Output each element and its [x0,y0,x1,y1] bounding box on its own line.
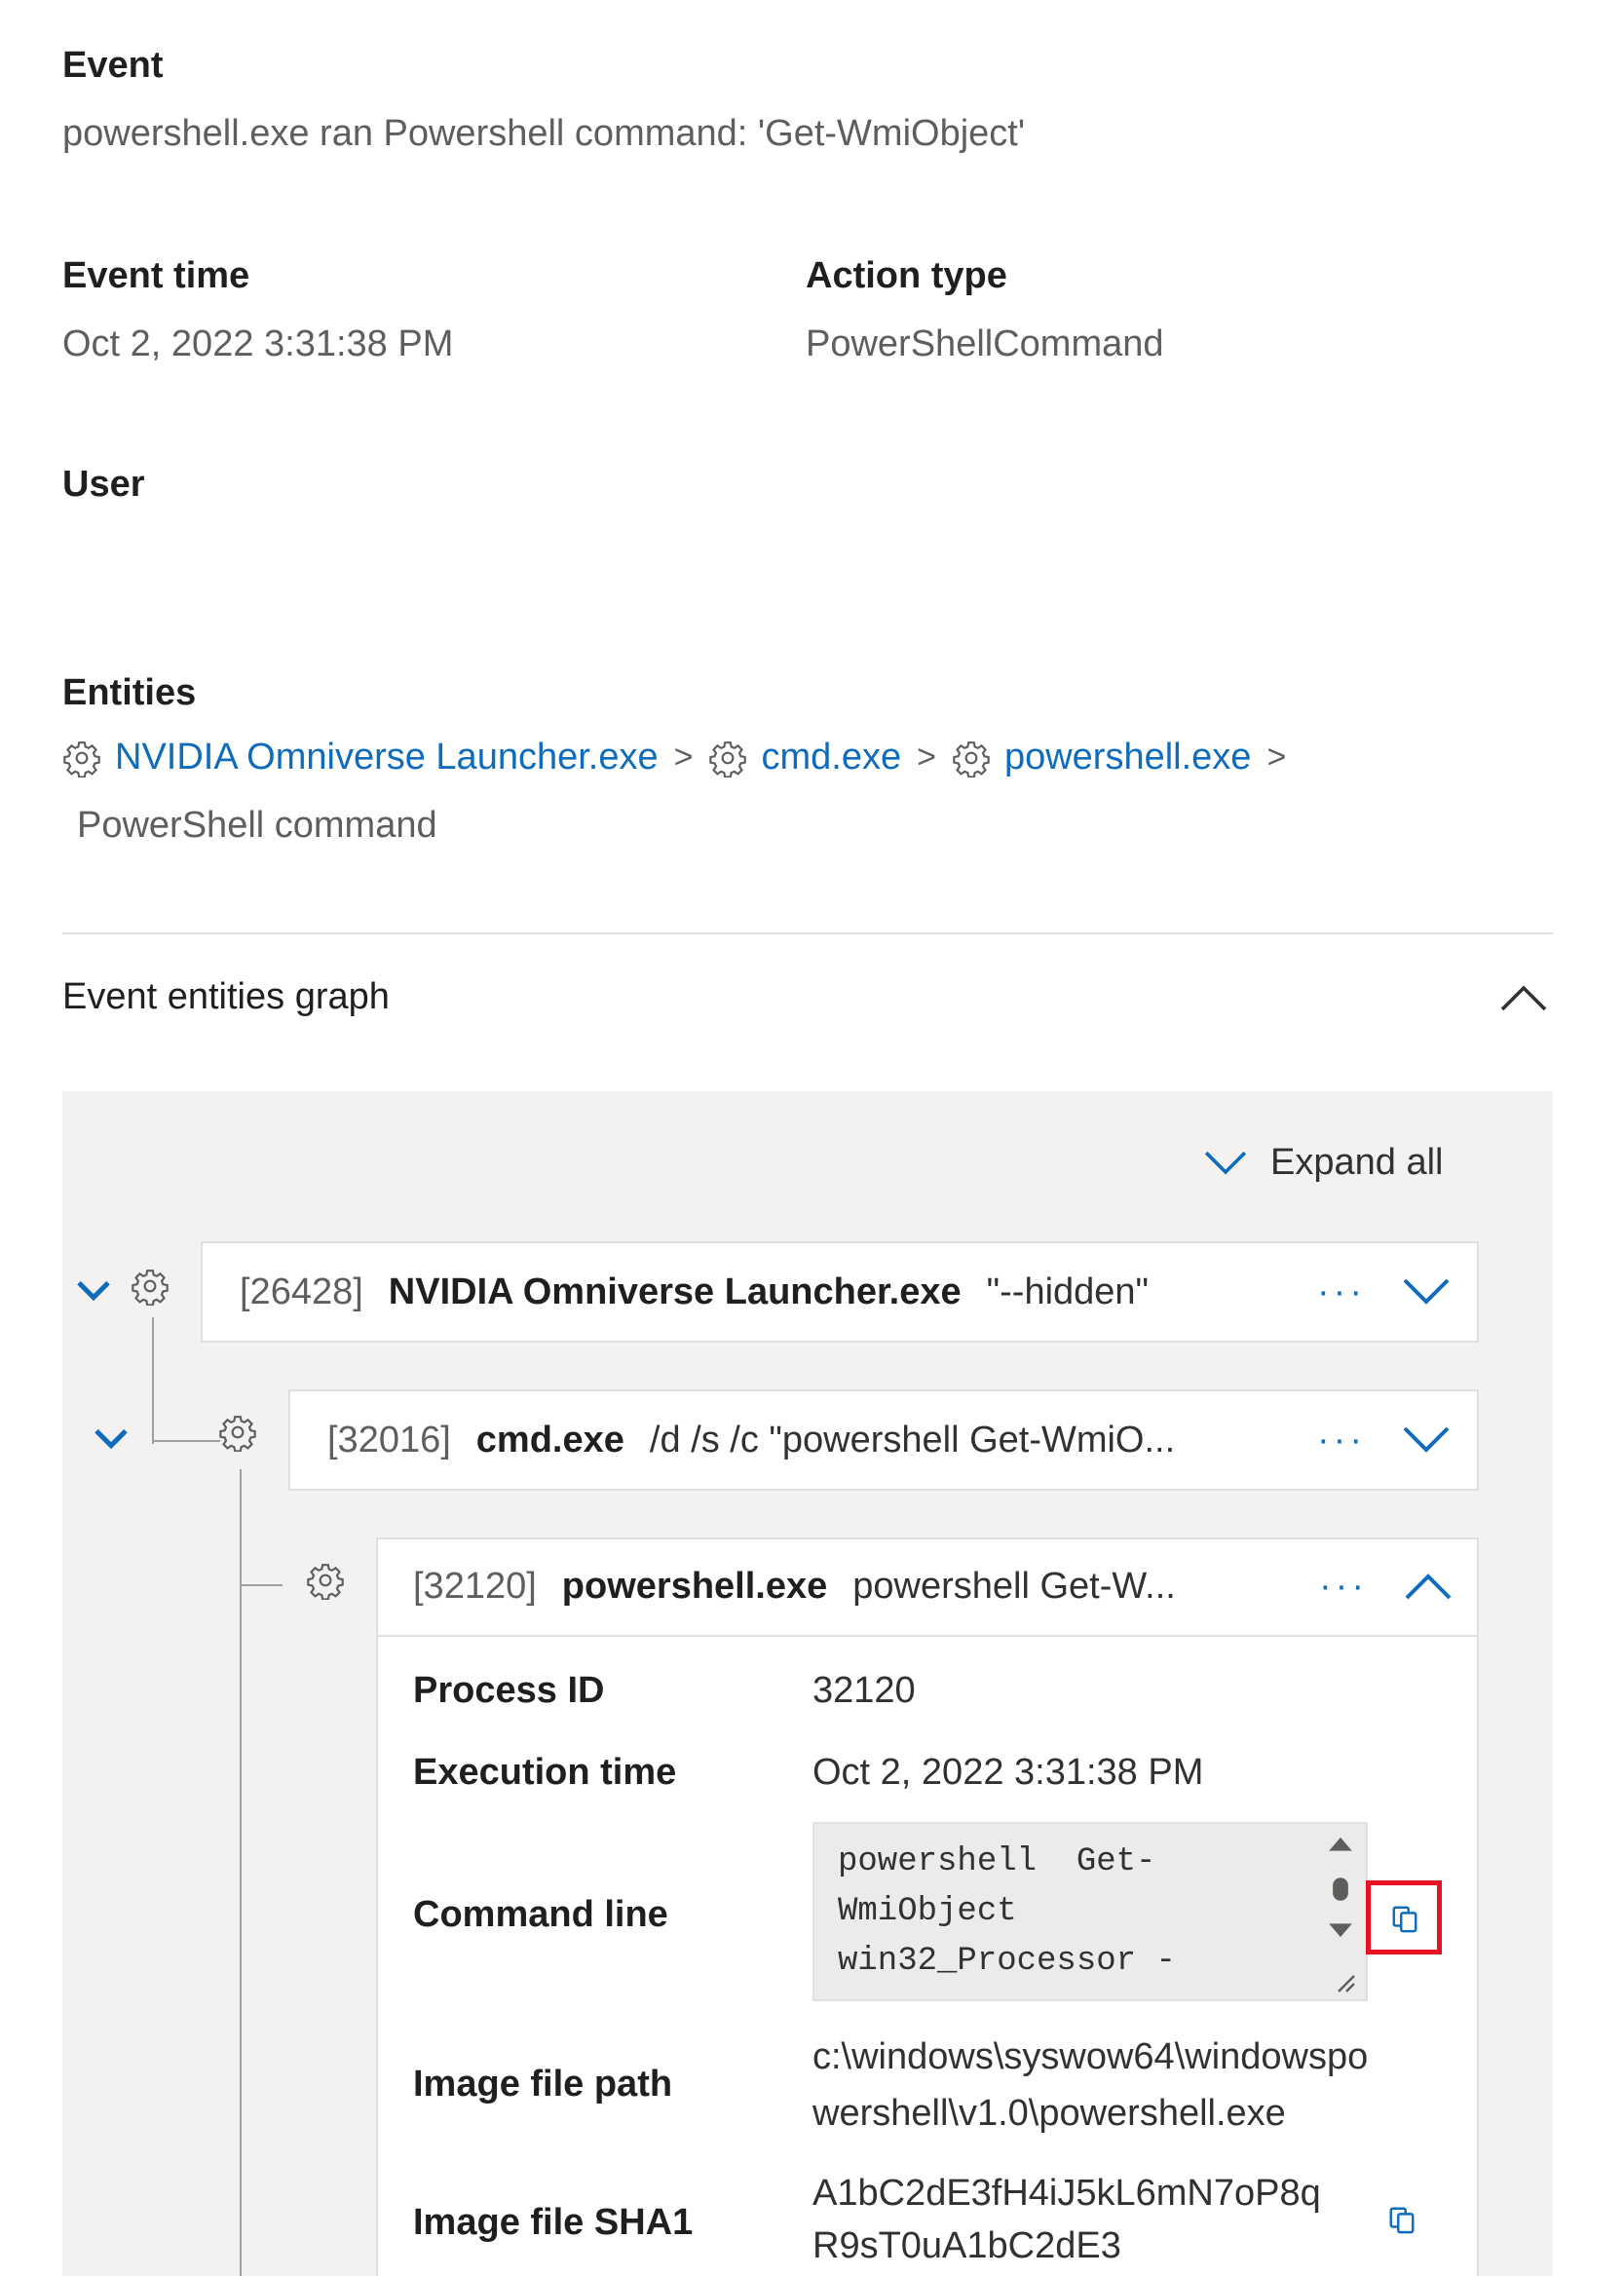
chevron-down-icon [74,1276,113,1306]
more-options-button[interactable]: ··· [1317,1271,1366,1313]
entities-breadcrumb: NVIDIA Omniverse Launcher.exe > cmd.exe … [62,737,1302,778]
toggle-node-launcher[interactable] [74,1276,113,1306]
chevron-down-icon [1401,1421,1452,1460]
process-pid: [32120] [413,1565,537,1607]
execution-time-value: Oct 2, 2022 3:31:38 PM [812,1752,1204,1793]
process-name: powershell.exe [561,1565,828,1607]
execution-time-label: Execution time [413,1752,677,1793]
action-type-value: PowerShellCommand [806,323,1164,364]
expand-all-label: Expand all [1270,1142,1444,1183]
breadcrumb-separator: > [1266,739,1287,776]
process-node-powershell[interactable]: [32120] powershell.exe powershell Get-W.… [376,1537,1479,1637]
command-line-textarea[interactable]: powershell Get- WmiObject win32_Processo… [812,1822,1368,2001]
entity-link-cmd[interactable]: cmd.exe [761,737,901,778]
process-args: "--hidden" [986,1271,1150,1312]
chevron-up-icon [1403,1567,1454,1606]
gear-icon [306,1561,345,1601]
process-args: /d /s /c "powershell Get-WmiO... [649,1419,1176,1460]
command-line-text: powershell Get- [838,1843,1156,1880]
chevron-up-icon [1498,978,1549,1017]
breadcrumb-separator: > [917,739,936,776]
process-node-launcher[interactable]: [26428] NVIDIA Omniverse Launcher.exe "-… [201,1241,1479,1343]
image-file-sha1-line: A1bC2dE3fH4iJ5kL6mN7oP8q [812,2173,1321,2214]
chevron-down-icon [1202,1146,1249,1181]
copy-command-line-button[interactable] [1366,1880,1442,1954]
command-line-text: WmiObject [838,1893,1017,1930]
process-id-value: 32120 [812,1670,916,1711]
user-label: User [62,464,145,505]
entities-label: Entities [62,672,197,713]
chevron-down-icon [1401,1272,1452,1311]
gear-icon [708,739,747,778]
resize-handle-icon[interactable] [1333,1970,1356,1993]
graph-title: Event entities graph [62,976,390,1017]
tree-connector [152,1440,220,1442]
copy-icon [1390,1903,1419,1934]
expand-node-button[interactable] [1401,1421,1452,1460]
collapse-node-button[interactable] [1403,1567,1454,1606]
tree-connector [240,1584,283,1586]
command-line-scrollbar[interactable] [1323,1832,1358,1947]
process-args: powershell Get-W... [852,1565,1176,1607]
event-time-label: Event time [62,255,250,296]
toggle-node-cmd[interactable] [92,1424,131,1454]
event-time-value: Oct 2, 2022 3:31:38 PM [62,323,454,364]
process-pid: [26428] [240,1271,363,1312]
breadcrumb-separator: > [673,739,694,776]
collapse-section-button[interactable] [1498,978,1549,1017]
more-options-button[interactable]: ··· [1319,1566,1368,1608]
tree-connector [240,1469,242,2276]
command-line-label: Command line [413,1894,668,1935]
process-node-cmd[interactable]: [32016] cmd.exe /d /s /c "powershell Get… [288,1389,1479,1491]
process-name: NVIDIA Omniverse Launcher.exe [388,1271,962,1312]
process-name: cmd.exe [475,1419,624,1460]
process-pid: [32016] [327,1419,451,1460]
gear-icon [218,1413,257,1453]
image-file-sha1-label: Image file SHA1 [413,2202,694,2243]
event-value: powershell.exe ran Powershell command: '… [62,113,1026,154]
entity-link-powershell[interactable]: powershell.exe [1004,737,1251,778]
action-type-label: Action type [806,255,1007,296]
tree-connector [152,1317,154,1444]
event-label: Event [62,45,164,86]
image-file-sha1-line: R9sT0uA1bC2dE3 [812,2225,1121,2266]
expand-all-button[interactable]: Expand all [1202,1142,1443,1184]
chevron-down-icon [92,1424,131,1454]
command-line-text: win32_Processor - [838,1943,1176,1980]
image-file-path-label: Image file path [413,2064,673,2105]
entity-current: PowerShell command [77,805,437,846]
gear-icon [62,739,101,778]
image-file-path-line: c:\windows\syswow64\windowspo [812,2036,1369,2077]
expand-node-button[interactable] [1401,1272,1452,1311]
gear-icon [952,739,991,778]
process-id-label: Process ID [413,1670,605,1711]
image-file-path-value: c:\windows\syswow64\windowspo wershell\v… [812,2029,1368,2142]
image-file-path-line: wershell\v1.0\powershell.exe [812,2093,1286,2134]
gear-icon [131,1267,170,1307]
copy-icon [1387,2204,1416,2235]
copy-sha1-button[interactable] [1387,2204,1416,2235]
more-options-button[interactable]: ··· [1317,1420,1366,1461]
image-file-sha1-value: A1bC2dE3fH4iJ5kL6mN7oP8q R9sT0uA1bC2dE3 [812,2167,1321,2272]
section-divider [62,932,1553,934]
entity-link-launcher[interactable]: NVIDIA Omniverse Launcher.exe [115,737,659,778]
